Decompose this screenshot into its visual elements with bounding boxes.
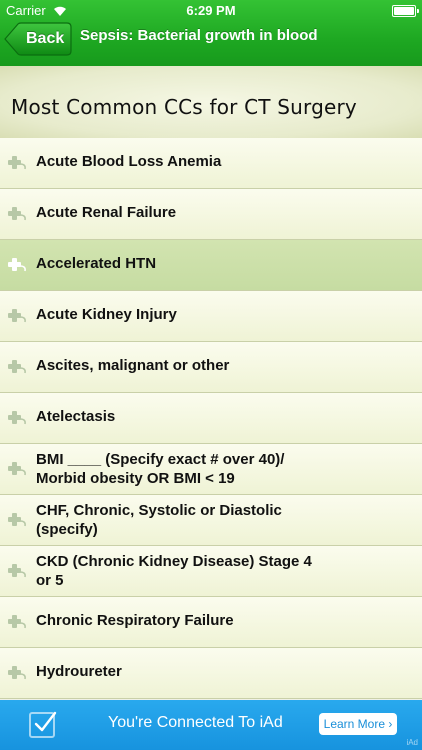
- plus-stethoscope-icon: [8, 360, 26, 374]
- list-item[interactable]: Atelectasis: [0, 393, 422, 444]
- list-item[interactable]: Ascites, malignant or other: [0, 342, 422, 393]
- list-item[interactable]: Acute Blood Loss Anemia: [0, 138, 422, 189]
- learn-more-label: Learn More: [323, 717, 386, 731]
- list-item-label: Ascites, malignant or other: [36, 357, 230, 374]
- list-item-label: Atelectasis: [36, 408, 116, 425]
- section-title: Most Common CCs for CT Surgery: [11, 95, 357, 119]
- iad-mark: iAd: [406, 738, 418, 747]
- plus-stethoscope-icon: [8, 207, 26, 221]
- clock: 6:29 PM: [186, 3, 236, 18]
- list-item-label: Acute Blood Loss Anemia: [36, 153, 222, 170]
- plus-stethoscope-icon: [8, 666, 26, 680]
- plus-stethoscope-icon: [8, 615, 26, 629]
- list-item-label: CHF, Chronic, Systolic or Diastolic (spe…: [36, 502, 282, 538]
- list-item[interactable]: Acute Kidney Injury: [0, 291, 422, 342]
- plus-stethoscope-icon: [8, 156, 26, 170]
- list-item-label: Chronic Respiratory Failure: [36, 612, 234, 629]
- list-item[interactable]: Chronic Respiratory Failure: [0, 597, 422, 648]
- section-header: Most Common CCs for CT Surgery: [0, 66, 422, 138]
- list-item[interactable]: Hydroureter: [0, 648, 422, 699]
- list-item-label: Acute Renal Failure: [36, 204, 177, 221]
- nav-title: Sepsis: Bacterial growth in blood: [80, 27, 318, 44]
- ad-banner[interactable]: You're Connected To iAd Learn More › iAd: [0, 700, 422, 750]
- list-item-label: Accelerated HTN: [36, 255, 157, 272]
- list-item[interactable]: Acute Renal Failure: [0, 189, 422, 240]
- navigation-bar: Carrier 6:29 PM Back Sepsis: Bacterial g…: [0, 0, 422, 66]
- chevron-right-icon: ›: [388, 717, 393, 731]
- plus-stethoscope-icon: [8, 309, 26, 323]
- checkmark-icon: [29, 711, 57, 738]
- plus-stethoscope-icon: [8, 564, 26, 578]
- back-button-label: Back: [26, 30, 65, 47]
- plus-stethoscope-icon: [8, 513, 26, 527]
- back-button[interactable]: Back: [4, 22, 74, 56]
- plus-stethoscope-icon: [8, 258, 26, 272]
- list-item-label: CKD (Chronic Kidney Disease) Stage 4 or …: [36, 553, 312, 589]
- learn-more-button[interactable]: Learn More ›: [319, 713, 397, 735]
- list-item-label: Acute Kidney Injury: [36, 306, 177, 323]
- plus-stethoscope-icon: [8, 411, 26, 425]
- list-item[interactable]: CKD (Chronic Kidney Disease) Stage 4 or …: [0, 546, 422, 597]
- ad-text: You're Connected To iAd: [108, 714, 283, 731]
- list-item[interactable]: CHF, Chronic, Systolic or Diastolic (spe…: [0, 495, 422, 546]
- battery-icon: [392, 5, 419, 17]
- cc-list[interactable]: Acute Blood Loss Anemia Acute Renal Fail…: [0, 138, 422, 700]
- list-item-label: Hydroureter: [36, 663, 122, 680]
- list-item[interactable]: BMI ____ (Specify exact # over 40)/ Morb…: [0, 444, 422, 495]
- status-bar: Carrier 6:29 PM: [0, 0, 422, 20]
- plus-stethoscope-icon: [8, 462, 26, 476]
- list-item-label: BMI ____ (Specify exact # over 40)/ Morb…: [36, 451, 285, 487]
- list-item-selected[interactable]: Accelerated HTN: [0, 240, 422, 291]
